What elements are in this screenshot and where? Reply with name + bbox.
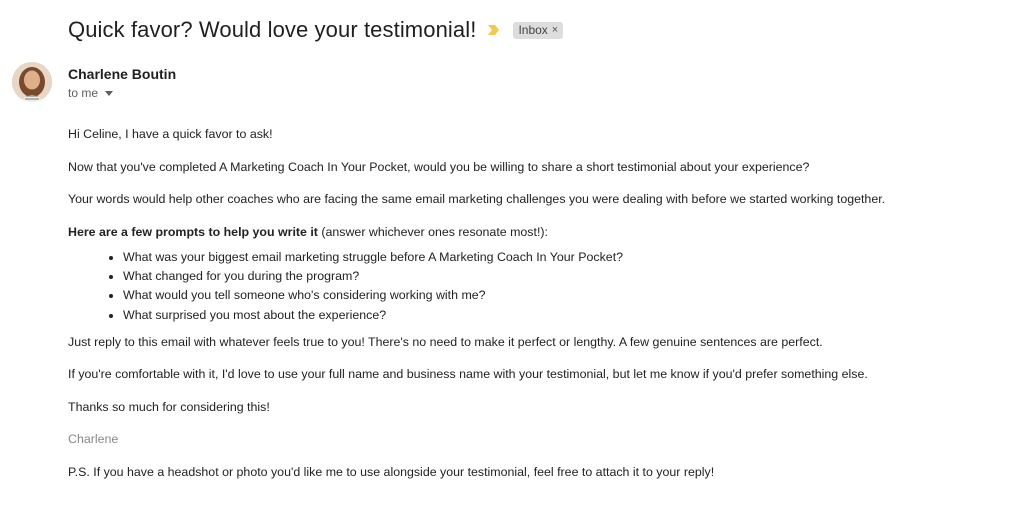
subject-row: Quick favor? Would love your testimonial… — [68, 14, 564, 46]
signature: Charlene — [68, 432, 119, 447]
body-paragraph-3: Just reply to this email with whatever f… — [68, 334, 823, 349]
list-item: What surprised you most about the experi… — [123, 306, 1008, 325]
prompts-intro: Here are a few prompts to help you write… — [68, 224, 1008, 240]
postscript: P.S. If you have a headshot or photo you… — [68, 464, 715, 479]
prompts-intro-bold: Here are a few prompts to help you write… — [68, 224, 318, 239]
email-body: Hi Celine, I have a quick favor to ask! … — [68, 126, 1008, 496]
email-subject: Quick favor? Would love your testimonial… — [68, 17, 477, 42]
importance-marker-icon[interactable] — [488, 23, 500, 37]
caret-down-icon[interactable] — [105, 90, 114, 96]
greeting-paragraph: Hi Celine, I have a quick favor to ask! — [68, 127, 273, 141]
inbox-label-chip[interactable]: Inbox × — [513, 21, 564, 39]
remove-label-icon[interactable]: × — [552, 22, 558, 38]
sender-avatar[interactable] — [12, 62, 52, 102]
recipient-line: to me — [68, 86, 99, 100]
body-paragraph-1: Now that you've completed A Marketing Co… — [68, 159, 810, 174]
sender-name[interactable]: Charlene Boutin — [68, 66, 176, 82]
prompts-intro-rest: (answer whichever ones resonate most!): — [317, 224, 548, 239]
body-paragraph-4: If you're comfortable with it, I'd love … — [68, 367, 868, 382]
list-item: What was your biggest email marketing st… — [123, 248, 1008, 267]
list-item: What changed for you during the program? — [123, 267, 1008, 286]
list-item: What would you tell someone who's consid… — [123, 286, 1008, 305]
recipient-details-toggle[interactable]: to me — [68, 86, 114, 100]
body-paragraph-2: Your words would help other coaches who … — [68, 192, 886, 206]
body-paragraph-5: Thanks so much for considering this! — [68, 399, 270, 414]
inbox-label-text: Inbox — [518, 23, 548, 37]
prompts-list: What was your biggest email marketing st… — [68, 248, 1008, 325]
